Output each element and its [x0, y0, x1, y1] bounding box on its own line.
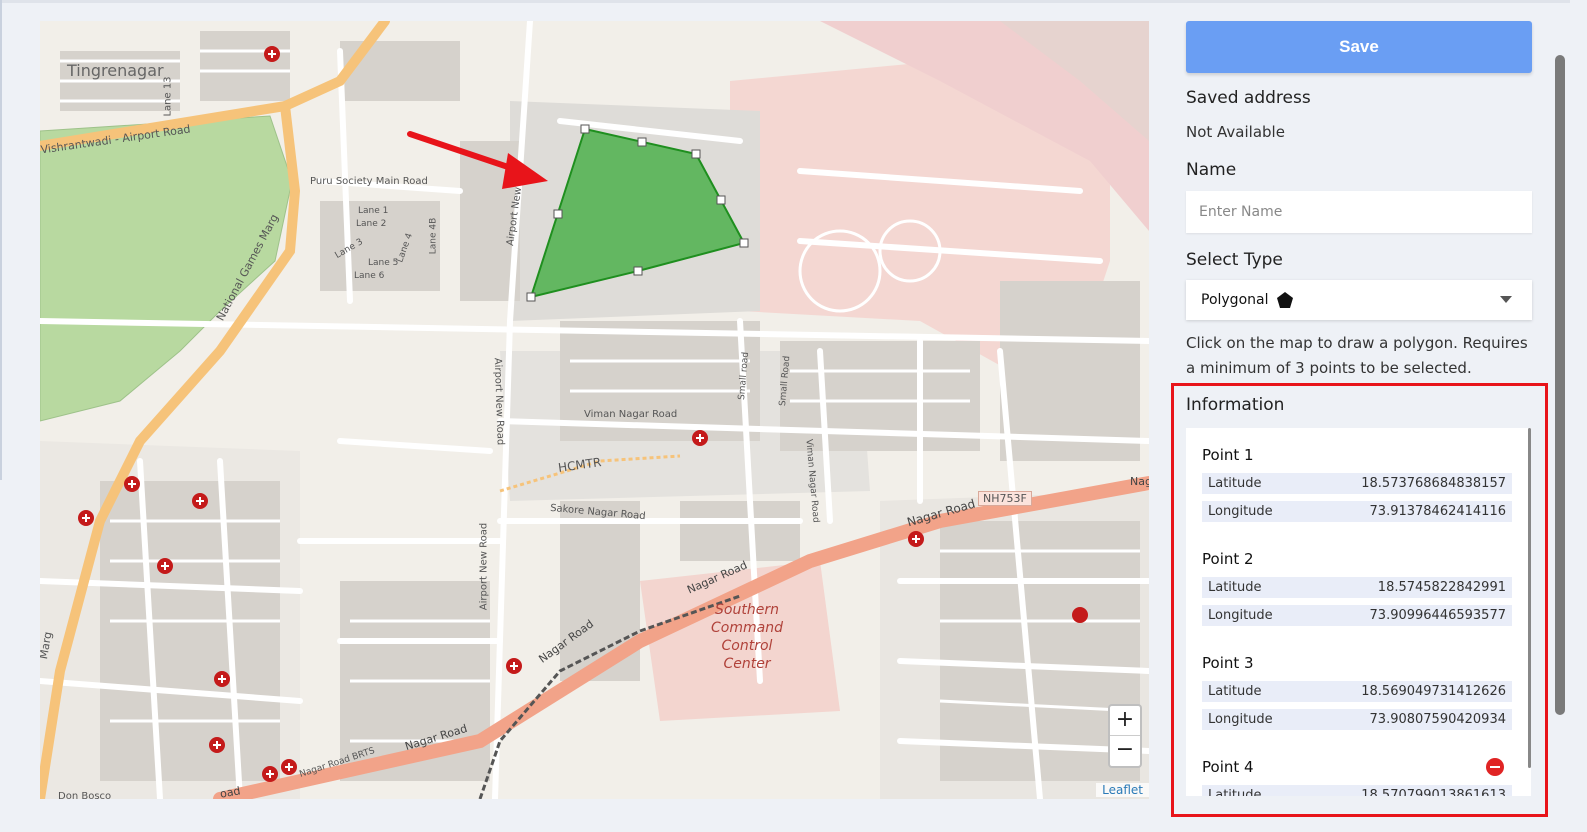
- latitude-label: Latitude: [1208, 684, 1262, 699]
- point-title: Point 3: [1202, 654, 1254, 672]
- chevron-down-icon: [1500, 296, 1512, 303]
- point-item-4: Point 4 Latitude 18.570799013861613: [1202, 758, 1512, 796]
- map-label-lane-1: Lane 1: [358, 206, 389, 216]
- zoom-control: + −: [1108, 704, 1142, 768]
- map-label-puru-society: Puru Society Main Road: [310, 176, 428, 187]
- point-title: Point 1: [1202, 446, 1254, 464]
- latitude-row: Latitude 18.570799013861613: [1202, 785, 1512, 796]
- map-label-lane-5: Lane 5: [368, 258, 399, 268]
- map-canvas[interactable]: Tingrenagar Vishrantwadi - Airport Road …: [40, 21, 1149, 799]
- longitude-value: 73.91378462414116: [1369, 504, 1506, 519]
- latitude-row: Latitude 18.573768684838157: [1202, 473, 1512, 494]
- map-label-tingrenagar: Tingrenagar: [67, 61, 164, 80]
- name-input[interactable]: [1186, 191, 1532, 233]
- latitude-value: 18.5745822842991: [1377, 580, 1506, 595]
- longitude-value: 73.90807590420934: [1369, 712, 1506, 727]
- map-label-airport-new-road-2: Airport New Road: [478, 522, 490, 611]
- point-title: Point 2: [1202, 550, 1254, 568]
- left-edge: [0, 0, 2, 480]
- map-label-lane-2: Lane 2: [356, 219, 387, 229]
- remove-point-icon[interactable]: [1486, 758, 1504, 776]
- zoom-out-button[interactable]: −: [1110, 736, 1140, 766]
- select-type-heading: Select Type: [1186, 250, 1283, 270]
- longitude-label: Longitude: [1208, 712, 1273, 727]
- select-type-dropdown[interactable]: Polygonal: [1186, 280, 1532, 320]
- name-heading: Name: [1186, 160, 1237, 180]
- saved-address-value: Not Available: [1186, 123, 1285, 141]
- zoom-in-button[interactable]: +: [1110, 706, 1140, 736]
- points-list[interactable]: Point 1 Latitude 18.573768684838157 Longi…: [1186, 428, 1531, 796]
- latitude-label: Latitude: [1208, 476, 1262, 491]
- latitude-value: 18.569049731412626: [1361, 684, 1506, 699]
- map-label-lane-6: Lane 6: [354, 271, 385, 281]
- map-label-lane-13: Lane 13: [162, 76, 174, 117]
- longitude-row: Longitude 73.90996446593577: [1202, 605, 1512, 626]
- draw-instructions: Click on the map to draw a polygon. Requ…: [1186, 334, 1528, 377]
- point-item-1: Point 1 Latitude 18.573768684838157 Longi…: [1202, 446, 1512, 522]
- longitude-label: Longitude: [1208, 608, 1273, 623]
- leaflet-attribution-link[interactable]: Leaflet: [1096, 783, 1149, 797]
- latitude-label: Latitude: [1208, 788, 1262, 796]
- longitude-row: Longitude 73.90807590420934: [1202, 709, 1512, 730]
- longitude-row: Longitude 73.91378462414116: [1202, 501, 1512, 522]
- map-label-nagar-road-5: oad: [219, 784, 242, 799]
- saved-address-heading: Saved address: [1186, 88, 1311, 108]
- latitude-value: 18.573768684838157: [1361, 476, 1506, 491]
- save-button[interactable]: Save: [1186, 21, 1532, 73]
- point-item-3: Point 3 Latitude 18.569049731412626 Longi…: [1202, 654, 1512, 730]
- map-label-lane-4b: Lane 4B: [428, 217, 439, 255]
- map-label-nh753f: NH753F: [978, 491, 1032, 506]
- select-type-value: Polygonal: [1201, 292, 1269, 308]
- longitude-label: Longitude: [1208, 504, 1273, 519]
- pentagon-icon: [1277, 292, 1294, 308]
- points-scrollbar[interactable]: [1528, 428, 1531, 768]
- latitude-row: Latitude 18.569049731412626: [1202, 681, 1512, 702]
- page-scrollbar[interactable]: [1555, 55, 1565, 715]
- latitude-value: 18.570799013861613: [1361, 788, 1506, 796]
- latitude-row: Latitude 18.5745822842991: [1202, 577, 1512, 598]
- map-label-don-bosco: Don Bosco: [58, 791, 112, 799]
- longitude-value: 73.90996446593577: [1369, 608, 1506, 623]
- latitude-label: Latitude: [1208, 580, 1262, 595]
- map-label-nagar-road-edge: Nag: [1130, 475, 1149, 488]
- point-item-2: Point 2 Latitude 18.5745822842991 Longitu…: [1202, 550, 1512, 626]
- map-label-southern-command: Southern Command Control Center: [711, 602, 783, 672]
- top-divider: [0, 0, 1570, 3]
- settings-panel: Save Saved address Not Available Name Se…: [1186, 21, 1532, 415]
- map-label-viman-nagar-road: Viman Nagar Road: [584, 409, 678, 420]
- point-title: Point 4: [1202, 758, 1254, 776]
